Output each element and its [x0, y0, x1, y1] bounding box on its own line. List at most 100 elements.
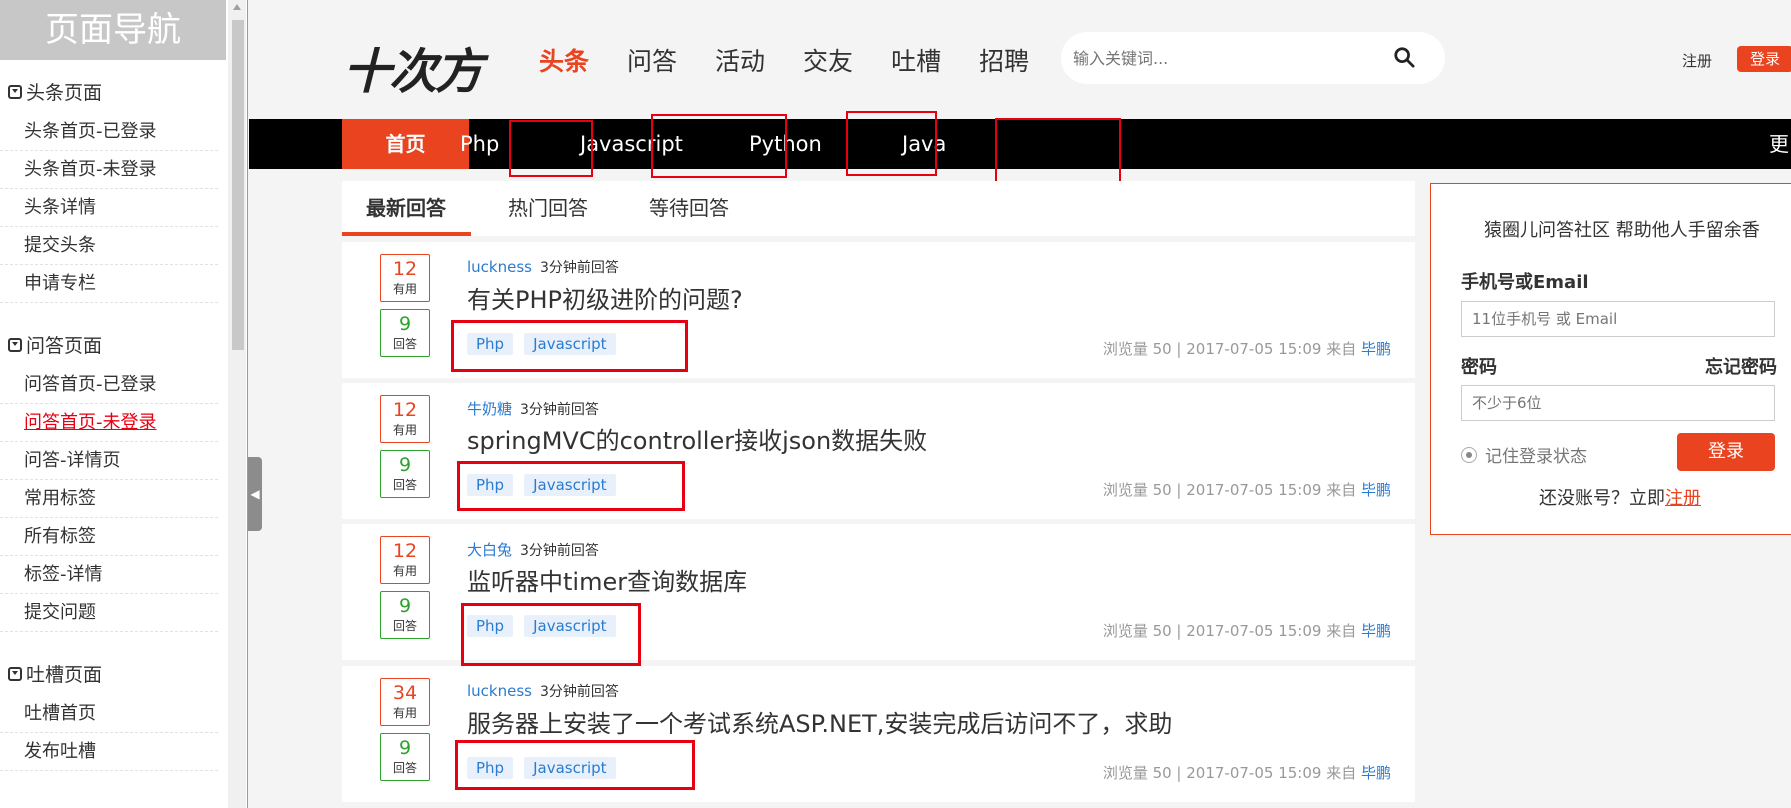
nav-group-header[interactable]: 吐槽页面 — [0, 654, 226, 695]
useful-count: 12 有用 — [380, 254, 430, 302]
collapse-icon — [8, 666, 22, 681]
question-author[interactable]: luckness 3分钟前回答 — [467, 257, 619, 277]
question-source[interactable]: 毕鹏 — [1361, 622, 1391, 640]
collapse-icon — [8, 84, 22, 99]
forgot-password-link[interactable]: 忘记密码 — [1705, 353, 1777, 379]
answer-count: 9 回答 — [380, 309, 430, 357]
collapse-icon — [8, 337, 22, 352]
nav-title: 页面导航 — [0, 0, 226, 60]
answer-count: 9 回答 — [380, 450, 430, 498]
question-title[interactable]: 服务器上安装了一个考试系统ASP.NET,安装完成后访问不了，求助 — [467, 704, 1172, 739]
nav-item[interactable]: 提交问题 — [0, 594, 218, 632]
search-box — [1061, 32, 1445, 84]
highlight-box — [846, 111, 937, 176]
login-panel: 猿圈儿问答社区 帮助他人手留余香 手机号或Email 密码 忘记密码 记住登录状… — [1430, 183, 1791, 535]
question-meta: 浏览量 50 | 2017-07-05 15:09 来自 毕鹏 — [1102, 764, 1391, 782]
remember-me[interactable]: 记住登录状态 — [1461, 442, 1587, 467]
scrollbar-thumb[interactable] — [232, 20, 244, 350]
answer-count: 9 回答 — [380, 591, 430, 639]
nav-item-active[interactable]: 问答首页-未登录 — [0, 404, 218, 442]
nav-item[interactable]: 所有标签 — [0, 518, 218, 556]
nav-item[interactable]: 提交头条 — [0, 227, 218, 265]
question-title[interactable]: 有关PHP初级进阶的问题? — [467, 280, 743, 315]
question-source[interactable]: 毕鹏 — [1361, 764, 1391, 782]
nav-group-tucao: 吐槽页面 吐槽首页 发布吐槽 — [0, 642, 226, 771]
highlight-box — [457, 461, 685, 511]
left-navigation: 页面导航 头条页面 头条首页-已登录 头条首页-未登录 头条详情 提交头条 申请… — [0, 0, 248, 808]
tab-latest[interactable]: 最新回答 — [366, 181, 446, 236]
question-author[interactable]: 牛奶糖 3分钟前回答 — [467, 398, 599, 419]
nav-item[interactable]: 问答-详情页 — [0, 442, 218, 480]
nav-huodong[interactable]: 活动 — [715, 42, 765, 78]
question-time: 3分钟前回答 — [520, 543, 599, 559]
collapse-sidebar-button[interactable]: ◀ — [248, 457, 262, 531]
register-now-link[interactable]: 注册 — [1665, 488, 1701, 509]
nav-item[interactable]: 吐槽首页 — [0, 695, 218, 733]
highlight-box — [455, 740, 695, 790]
question-meta: 浏览量 50 | 2017-07-05 15:09 来自 毕鹏 — [1102, 481, 1391, 499]
useful-count: 12 有用 — [380, 395, 430, 443]
account-input[interactable] — [1461, 301, 1775, 337]
useful-count: 34 有用 — [380, 678, 430, 726]
nav-item[interactable]: 常用标签 — [0, 480, 218, 518]
question-time: 3分钟前回答 — [539, 260, 619, 276]
search-input[interactable] — [1073, 48, 1373, 68]
question-meta: 浏览量 50 | 2017-07-05 15:09 来自 毕鹏 — [1102, 340, 1391, 358]
nav-item[interactable]: 头条详情 — [0, 189, 218, 227]
search-icon[interactable] — [1393, 46, 1415, 68]
nav-item[interactable]: 申请专栏 — [0, 265, 218, 303]
question-title[interactable]: springMVC的controller接收json数据失败 — [467, 421, 927, 456]
nav-tucao[interactable]: 吐槽 — [891, 42, 941, 78]
nav-group-header[interactable]: 问答页面 — [0, 325, 226, 366]
nav-scrollbar[interactable] — [228, 0, 246, 808]
highlight-box — [995, 118, 1121, 186]
account-label: 手机号或Email — [1461, 272, 1589, 293]
nav-group-header[interactable]: 头条页面 — [0, 72, 226, 113]
highlight-box — [509, 120, 593, 177]
nav-list: 头条页面 头条首页-已登录 头条首页-未登录 头条详情 提交头条 申请专栏 问答… — [0, 60, 226, 808]
nav-toutiao[interactable]: 头条 — [539, 42, 589, 78]
radio-icon[interactable] — [1461, 446, 1477, 463]
nav-wenda[interactable]: 问答 — [627, 42, 677, 78]
nav-zhaopin[interactable]: 招聘 — [979, 42, 1029, 78]
submit-login-button[interactable]: 登录 — [1677, 433, 1775, 471]
question-title[interactable]: 监听器中timer查询数据库 — [467, 562, 747, 597]
answer-tabs: 最新回答 热门回答 等待回答 — [342, 181, 1415, 236]
password-input[interactable] — [1461, 385, 1775, 421]
nav-item[interactable]: 问答首页-已登录 — [0, 366, 218, 404]
question-source[interactable]: 毕鹏 — [1361, 340, 1391, 358]
question-author[interactable]: luckness 3分钟前回答 — [467, 681, 619, 701]
main-nav: 头条 问答 活动 交友 吐槽 招聘 — [539, 42, 1067, 78]
nav-group-qa: 问答页面 问答首页-已登录 问答首页-未登录 问答-详情页 常用标签 所有标签 … — [0, 313, 226, 632]
login-button[interactable]: 登录 — [1737, 46, 1791, 72]
category-php[interactable]: Php — [460, 119, 499, 169]
nav-jiaoyou[interactable]: 交友 — [803, 42, 853, 78]
highlight-box — [461, 603, 641, 666]
nav-item[interactable]: 标签-详情 — [0, 556, 218, 594]
active-tab-indicator — [342, 232, 471, 236]
nav-item[interactable]: 发布吐槽 — [0, 733, 218, 771]
tab-waiting[interactable]: 等待回答 — [649, 181, 729, 236]
highlight-box — [451, 320, 688, 372]
chevron-left-icon: ◀ — [250, 487, 260, 501]
scroll-up-icon[interactable] — [233, 4, 241, 10]
highlight-box — [651, 114, 787, 178]
password-label: 密码 — [1461, 357, 1497, 378]
question-source[interactable]: 毕鹏 — [1361, 481, 1391, 499]
login-slogan: 猿圈儿问答社区 帮助他人手留余香 — [1484, 220, 1760, 241]
site-header: 十次方 头条 问答 活动 交友 吐槽 招聘 注册 登录 — [249, 0, 1791, 119]
question-meta: 浏览量 50 | 2017-07-05 15:09 来自 毕鹏 — [1102, 622, 1391, 640]
question-time: 3分钟前回答 — [520, 402, 599, 418]
question-time: 3分钟前回答 — [539, 684, 619, 700]
answer-count: 9 回答 — [380, 733, 430, 781]
register-link[interactable]: 注册 — [1682, 50, 1712, 71]
useful-count: 12 有用 — [380, 536, 430, 584]
no-account-text: 还没账号？立即注册 — [1539, 488, 1701, 509]
question-author[interactable]: 大白兔 3分钟前回答 — [467, 539, 599, 560]
nav-group-toutiao: 头条页面 头条首页-已登录 头条首页-未登录 头条详情 提交头条 申请专栏 — [0, 60, 226, 303]
tab-hot[interactable]: 热门回答 — [508, 181, 588, 236]
nav-item[interactable]: 头条首页-已登录 — [0, 113, 218, 151]
site-logo[interactable]: 十次方 — [343, 32, 483, 102]
nav-item[interactable]: 头条首页-未登录 — [0, 151, 218, 189]
category-home[interactable]: 首页 — [342, 119, 469, 169]
